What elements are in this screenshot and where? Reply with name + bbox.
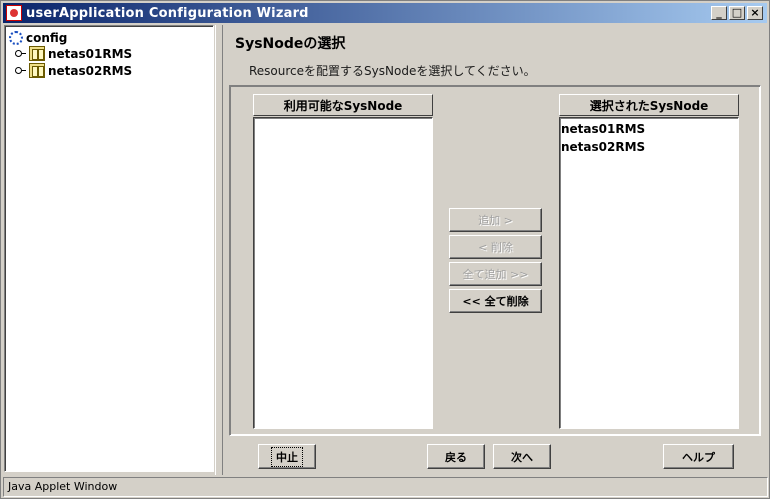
expand-handle-icon[interactable] (13, 65, 26, 76)
minimize-button[interactable]: _ (711, 6, 727, 20)
server-icon (29, 46, 45, 61)
remove-all-button[interactable]: << 全て削除 (449, 289, 542, 313)
add-all-button[interactable]: 全て追加 >> (449, 262, 542, 286)
add-button[interactable]: 追加 > (449, 208, 542, 232)
tree-root-label: config (26, 30, 68, 45)
close-button[interactable]: × (747, 6, 763, 20)
cancel-button[interactable]: 中止 (258, 444, 316, 469)
expand-handle-icon[interactable] (13, 48, 26, 59)
selected-sysnode-list[interactable]: netas01RMS netas02RMS (559, 117, 739, 429)
app-icon (6, 5, 22, 21)
server-icon (29, 63, 45, 78)
tree-node-label: netas02RMS (48, 63, 133, 78)
available-list-header: 利用可能なSysNode (253, 94, 433, 116)
available-sysnode-list[interactable] (253, 117, 433, 429)
tree-root-config[interactable]: config (9, 29, 67, 46)
config-icon (9, 30, 23, 45)
tree-node-label: netas01RMS (48, 46, 133, 61)
cancel-button-label: 中止 (271, 446, 303, 467)
selected-list-header: 選択されたSysNode (559, 94, 739, 116)
window-title: userApplication Configuration Wizard (26, 5, 309, 21)
status-bar: Java Applet Window (3, 477, 768, 497)
tree-node-netas01rms[interactable]: netas01RMS (13, 45, 132, 62)
title-bar[interactable]: userApplication Configuration Wizard _ □… (3, 3, 767, 23)
tree-node-netas02rms[interactable]: netas02RMS (13, 62, 132, 79)
list-item[interactable]: netas02RMS (561, 138, 738, 156)
maximize-button[interactable]: □ (729, 6, 745, 20)
back-button[interactable]: 戻る (427, 444, 485, 469)
page-title: SysNodeの選択 (235, 36, 346, 52)
next-button[interactable]: 次へ (493, 444, 551, 469)
help-button[interactable]: ヘルプ (663, 444, 734, 469)
remove-button[interactable]: < 削除 (449, 235, 542, 259)
config-tree[interactable]: config netas01RMS netas02RMS (4, 25, 214, 472)
panel-splitter[interactable] (215, 25, 223, 475)
wizard-window: userApplication Configuration Wizard _ □… (0, 0, 770, 499)
list-item[interactable]: netas01RMS (561, 120, 738, 138)
instruction-text: Resourceを配置するSysNodeを選択してください。 (249, 64, 536, 78)
